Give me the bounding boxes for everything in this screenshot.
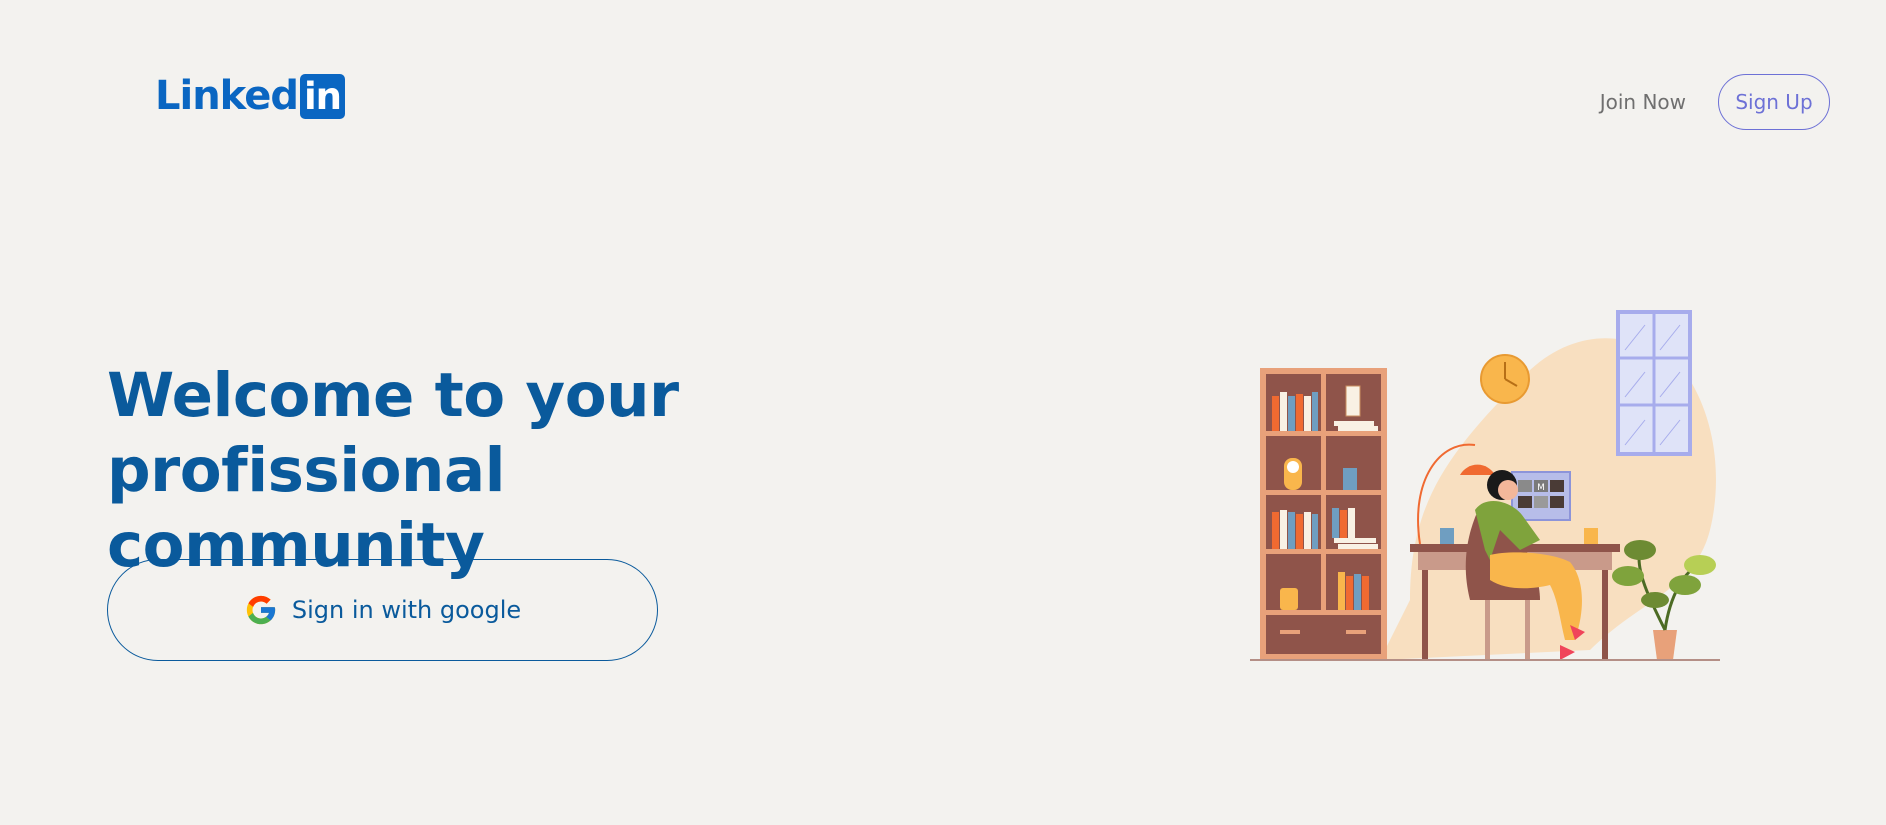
hero-illustration: M [1250,310,1720,661]
google-sign-in-button[interactable]: Sign in with google [107,559,658,661]
top-nav: Join Now Sign Up [1600,74,1830,130]
monitor-letter: M [1537,483,1545,493]
join-now-link[interactable]: Join Now [1600,90,1686,114]
page-title: Welcome to your profissional community [107,358,1007,583]
sign-up-button[interactable]: Sign Up [1718,74,1830,130]
coffee-mug [1584,528,1598,544]
logo-in-box: in [299,73,345,119]
linkedin-logo[interactable]: Linked in [155,73,345,119]
monitor: M [1511,471,1571,521]
logo-wordmark: Linked [155,73,299,119]
google-button-label: Sign in with google [291,596,522,624]
headline-line-1: Welcome to your profissional [107,360,679,506]
google-g-icon [246,595,276,625]
clock-icon [1480,354,1530,404]
bookshelf [1260,368,1387,660]
window [1616,310,1692,456]
